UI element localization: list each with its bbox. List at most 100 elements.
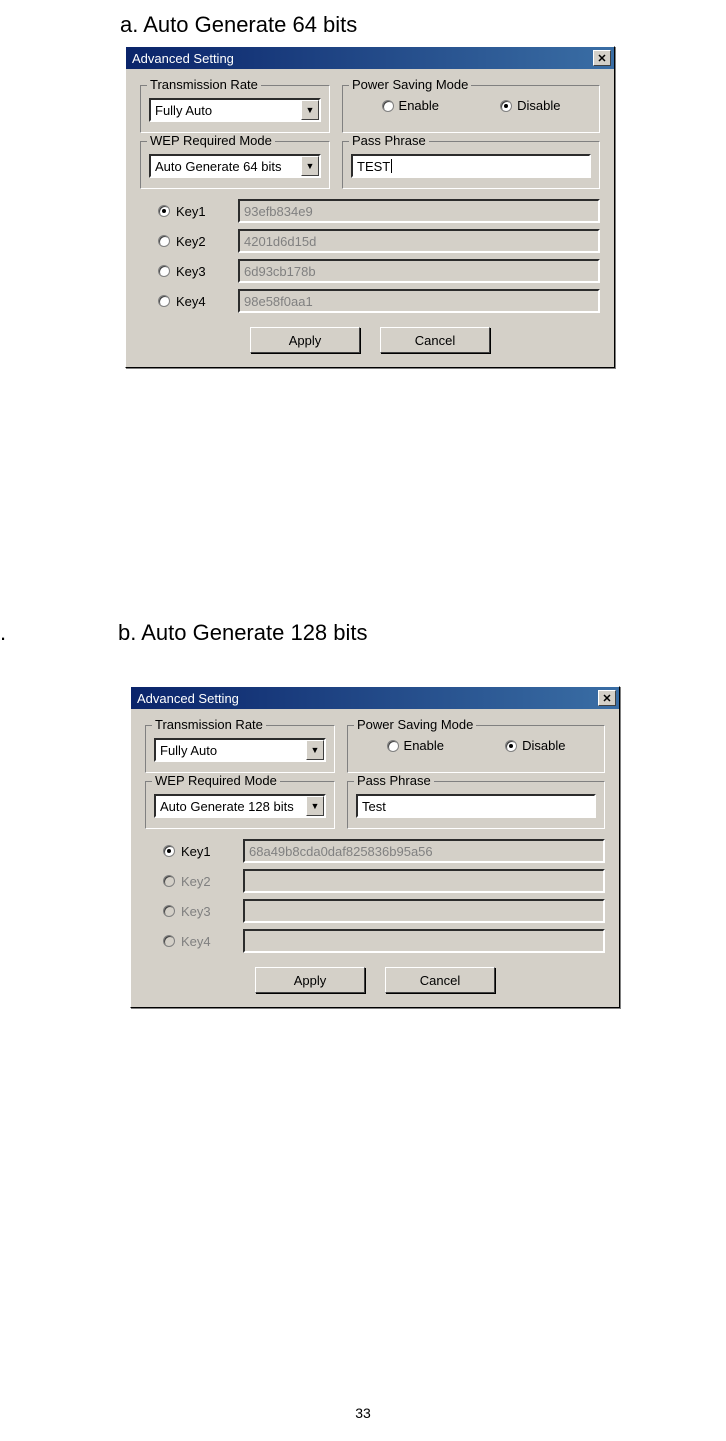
page-number: 33 xyxy=(355,1405,371,1421)
close-icon[interactable]: ✕ xyxy=(598,690,616,706)
apply-button[interactable]: Apply xyxy=(255,967,365,993)
chevron-down-icon[interactable]: ▼ xyxy=(301,100,319,120)
section-label-b: b. Auto Generate 128 bits xyxy=(118,620,368,646)
power-disable-label: Disable xyxy=(522,738,565,753)
chevron-down-icon[interactable]: ▼ xyxy=(306,740,324,760)
power-disable-label: Disable xyxy=(517,98,560,113)
close-icon[interactable]: ✕ xyxy=(593,50,611,66)
wep-mode-group: WEP Required Mode Auto Generate 64 bits … xyxy=(140,141,330,189)
advanced-setting-dialog-a: Advanced Setting ✕ Transmission Rate Ful… xyxy=(125,46,615,368)
key3-input xyxy=(243,899,605,923)
key-row: Key4 98e58f0aa1 xyxy=(140,289,600,313)
radio-icon xyxy=(158,205,170,217)
wep-mode-value: Auto Generate 128 bits xyxy=(156,799,306,814)
radio-icon xyxy=(387,740,399,752)
radio-icon xyxy=(382,100,394,112)
pass-phrase-value: TEST xyxy=(357,159,390,174)
power-disable-radio[interactable]: Disable xyxy=(505,738,565,753)
key-label: Key1 xyxy=(176,204,206,219)
key-row: Key1 68a49b8cda0daf825836b95a56 xyxy=(145,839,605,863)
wep-mode-dropdown[interactable]: Auto Generate 64 bits ▼ xyxy=(149,154,321,178)
wep-mode-legend: WEP Required Mode xyxy=(152,773,280,788)
radio-icon xyxy=(158,295,170,307)
power-saving-group: Power Saving Mode Enable Disable xyxy=(342,85,600,133)
transmission-rate-legend: Transmission Rate xyxy=(152,717,266,732)
power-enable-label: Enable xyxy=(399,98,439,113)
key4-input xyxy=(243,929,605,953)
key1-radio[interactable]: Key1 xyxy=(145,844,235,859)
transmission-rate-value: Fully Auto xyxy=(151,103,301,118)
pass-phrase-legend: Pass Phrase xyxy=(349,133,429,148)
pass-phrase-input[interactable]: TEST xyxy=(351,154,591,178)
transmission-rate-dropdown[interactable]: Fully Auto ▼ xyxy=(154,738,326,762)
transmission-rate-value: Fully Auto xyxy=(156,743,306,758)
pass-phrase-group: Pass Phrase TEST xyxy=(342,141,600,189)
transmission-rate-legend: Transmission Rate xyxy=(147,77,261,92)
power-disable-radio[interactable]: Disable xyxy=(500,98,560,113)
key2-input xyxy=(243,869,605,893)
radio-icon xyxy=(163,875,175,887)
key4-radio[interactable]: Key4 xyxy=(140,294,230,309)
key2-radio[interactable]: Key2 xyxy=(140,234,230,249)
wep-mode-legend: WEP Required Mode xyxy=(147,133,275,148)
wep-mode-value: Auto Generate 64 bits xyxy=(151,159,301,174)
advanced-setting-dialog-b: Advanced Setting ✕ Transmission Rate Ful… xyxy=(130,686,620,1008)
key-label: Key2 xyxy=(176,234,206,249)
keys-area: Key1 68a49b8cda0daf825836b95a56 Key2 Key… xyxy=(145,839,605,953)
key-label: Key3 xyxy=(176,264,206,279)
radio-icon xyxy=(500,100,512,112)
dialog-title: Advanced Setting xyxy=(132,51,234,66)
text-cursor xyxy=(391,159,392,173)
radio-icon xyxy=(158,235,170,247)
chevron-down-icon[interactable]: ▼ xyxy=(301,156,319,176)
radio-icon xyxy=(163,845,175,857)
key4-radio: Key4 xyxy=(145,934,235,949)
power-enable-radio[interactable]: Enable xyxy=(387,738,444,753)
key-label: Key2 xyxy=(181,874,211,889)
power-saving-group: Power Saving Mode Enable Disable xyxy=(347,725,605,773)
section-label-a: a. Auto Generate 64 bits xyxy=(120,12,357,38)
power-enable-radio[interactable]: Enable xyxy=(382,98,439,113)
key-row: Key3 xyxy=(145,899,605,923)
key-label: Key3 xyxy=(181,904,211,919)
dialog-title: Advanced Setting xyxy=(137,691,239,706)
key-row: Key1 93efb834e9 xyxy=(140,199,600,223)
pass-phrase-group: Pass Phrase Test xyxy=(347,781,605,829)
key-row: Key3 6d93cb178b xyxy=(140,259,600,283)
key-label: Key1 xyxy=(181,844,211,859)
key2-input[interactable]: 4201d6d15d xyxy=(238,229,600,253)
key1-input[interactable]: 93efb834e9 xyxy=(238,199,600,223)
transmission-rate-group: Transmission Rate Fully Auto ▼ xyxy=(145,725,335,773)
key-label: Key4 xyxy=(181,934,211,949)
apply-button[interactable]: Apply xyxy=(250,327,360,353)
key-row: Key2 xyxy=(145,869,605,893)
key3-radio[interactable]: Key3 xyxy=(140,264,230,279)
key3-input[interactable]: 6d93cb178b xyxy=(238,259,600,283)
titlebar: Advanced Setting ✕ xyxy=(131,687,619,709)
radio-icon xyxy=(163,935,175,947)
key-row: Key4 xyxy=(145,929,605,953)
key4-input[interactable]: 98e58f0aa1 xyxy=(238,289,600,313)
key1-radio[interactable]: Key1 xyxy=(140,204,230,219)
key1-input[interactable]: 68a49b8cda0daf825836b95a56 xyxy=(243,839,605,863)
bullet: . xyxy=(0,620,6,646)
wep-mode-group: WEP Required Mode Auto Generate 128 bits… xyxy=(145,781,335,829)
titlebar: Advanced Setting ✕ xyxy=(126,47,614,69)
power-saving-legend: Power Saving Mode xyxy=(349,77,471,92)
pass-phrase-value: Test xyxy=(362,799,386,814)
wep-mode-dropdown[interactable]: Auto Generate 128 bits ▼ xyxy=(154,794,326,818)
cancel-button[interactable]: Cancel xyxy=(385,967,495,993)
radio-icon xyxy=(163,905,175,917)
power-saving-legend: Power Saving Mode xyxy=(354,717,476,732)
pass-phrase-input[interactable]: Test xyxy=(356,794,596,818)
key-label: Key4 xyxy=(176,294,206,309)
transmission-rate-dropdown[interactable]: Fully Auto ▼ xyxy=(149,98,321,122)
keys-area: Key1 93efb834e9 Key2 4201d6d15d Key3 6d9… xyxy=(140,199,600,313)
cancel-button[interactable]: Cancel xyxy=(380,327,490,353)
key2-radio: Key2 xyxy=(145,874,235,889)
radio-icon xyxy=(505,740,517,752)
pass-phrase-legend: Pass Phrase xyxy=(354,773,434,788)
chevron-down-icon[interactable]: ▼ xyxy=(306,796,324,816)
key3-radio: Key3 xyxy=(145,904,235,919)
power-enable-label: Enable xyxy=(404,738,444,753)
